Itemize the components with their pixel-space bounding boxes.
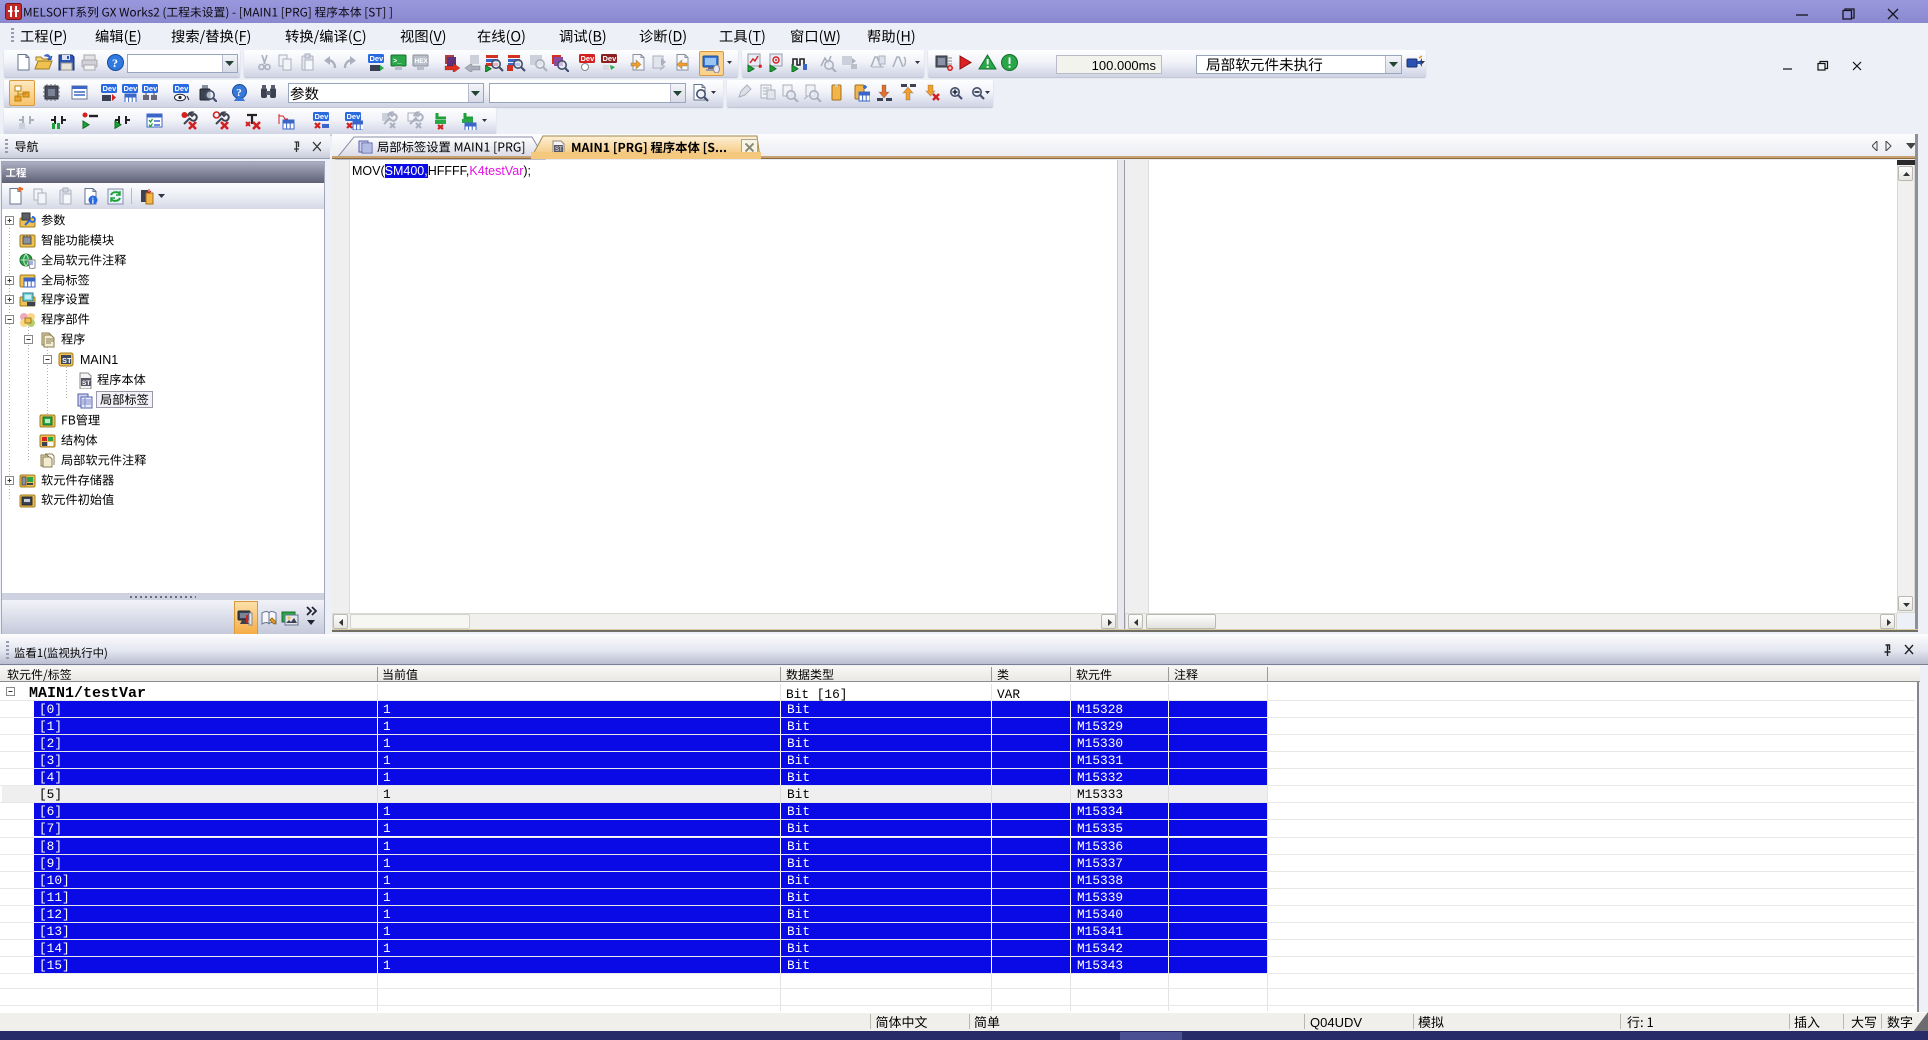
svg-text:?: ?	[112, 56, 118, 70]
svg-text:Dev: Dev	[603, 54, 618, 63]
svg-text:Dev: Dev	[347, 112, 362, 121]
svg-text:>_: >_	[393, 58, 402, 66]
svg-text:ST: ST	[62, 356, 72, 365]
svg-text:Dev: Dev	[315, 112, 330, 121]
svg-text:ST: ST	[82, 380, 90, 387]
svg-text:Dev: Dev	[175, 84, 190, 93]
svg-text:Dev: Dev	[370, 54, 385, 63]
svg-text:Dev: Dev	[103, 84, 118, 93]
svg-text:Dev: Dev	[581, 54, 596, 63]
svg-text:?: ?	[236, 87, 242, 99]
svg-text:Dev: Dev	[144, 84, 159, 93]
svg-text:HEX: HEX	[415, 58, 429, 65]
svg-text:Dev: Dev	[124, 84, 139, 93]
